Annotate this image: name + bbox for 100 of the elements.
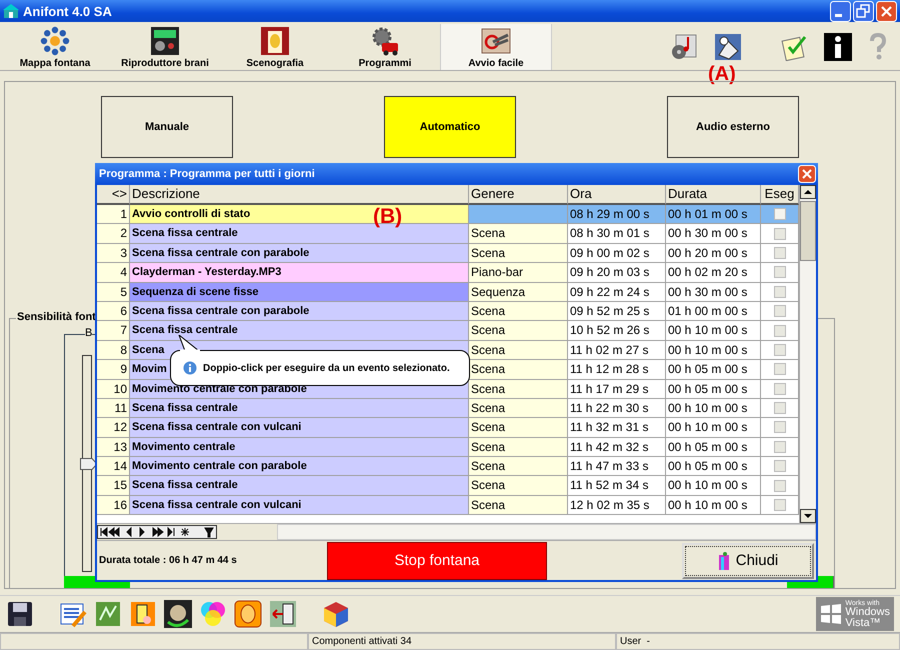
table-cell: Scena xyxy=(469,457,568,476)
table-cell: 09 h 00 m 02 s xyxy=(568,244,666,264)
dialog-title: Programma : Programma per tutti i giorni xyxy=(99,168,315,180)
flower-icon xyxy=(40,26,70,56)
color-wheel-icon[interactable] xyxy=(199,600,227,628)
table-cell: 00 h 05 m 00 s xyxy=(666,457,761,476)
row-number: 14 xyxy=(97,457,130,476)
table-cell: Scena xyxy=(469,321,568,341)
music-note-icon[interactable] xyxy=(670,33,698,61)
checkbox[interactable] xyxy=(774,305,786,318)
table-cell: Scena xyxy=(469,380,568,399)
toolbar-tab[interactable]: Avvio facile xyxy=(440,24,552,70)
info-icon[interactable] xyxy=(824,33,852,61)
table-cell: 00 h 05 m 00 s xyxy=(666,360,761,380)
table-cell: 08 h 30 m 01 s xyxy=(568,224,666,244)
cube-icon[interactable] xyxy=(322,600,350,628)
checkbox[interactable] xyxy=(774,246,786,259)
status-text: User - xyxy=(616,633,900,650)
checklist-icon[interactable] xyxy=(780,33,808,61)
scroll-up-button[interactable] xyxy=(800,185,816,199)
column-header[interactable]: Eseg xyxy=(761,185,799,205)
row-number: 1 xyxy=(97,205,130,224)
table-cell: Scena xyxy=(469,438,568,458)
table-cell: Movimento centrale xyxy=(130,438,469,458)
checkbox[interactable] xyxy=(774,382,786,395)
checkbox[interactable] xyxy=(774,324,786,337)
group-title: Sensibilità font xyxy=(16,311,97,323)
checkbox[interactable] xyxy=(774,266,786,278)
restore-button[interactable] xyxy=(853,0,874,22)
scroll-thumb[interactable] xyxy=(800,201,816,261)
checkbox[interactable] xyxy=(774,440,786,453)
table-cell: 09 h 52 m 25 s xyxy=(568,302,666,322)
table-cell: Scena fissa centrale xyxy=(130,321,469,341)
table-cell: Scena xyxy=(469,476,568,496)
phone-icon[interactable] xyxy=(129,600,157,628)
row-number: 6 xyxy=(97,302,130,322)
badge-text: Vista™ xyxy=(845,618,882,628)
table-cell: Scena xyxy=(469,340,568,360)
horizontal-scrollbar[interactable] xyxy=(277,524,816,540)
row-number: 15 xyxy=(97,476,130,496)
column-header[interactable]: Genere xyxy=(469,185,568,205)
column-header[interactable]: Durata xyxy=(666,185,761,205)
help-icon[interactable] xyxy=(868,33,888,61)
checkbox[interactable] xyxy=(774,363,786,376)
scrollbar[interactable] xyxy=(799,185,816,523)
close-dialog-button[interactable]: Chiudi xyxy=(682,542,814,578)
checkbox[interactable] xyxy=(774,286,786,298)
toolbar-tab[interactable]: Mappa fontana xyxy=(0,24,110,70)
column-header[interactable]: Descrizione xyxy=(130,185,469,205)
row-number: 11 xyxy=(97,398,130,418)
column-header[interactable]: <> xyxy=(97,185,130,205)
row-number: 5 xyxy=(97,282,130,302)
total-duration: Durata totale : 06 h 47 m 44 s xyxy=(99,555,238,566)
tooltip-text: Doppio-click per eseguire da un evento selezionato. xyxy=(203,362,450,374)
checkbox[interactable] xyxy=(774,499,786,512)
table-cell: 00 h 05 m 00 s xyxy=(666,438,761,458)
mode-button[interactable]: Manuale xyxy=(101,96,233,158)
checkbox[interactable] xyxy=(774,208,786,220)
toolbar-tab[interactable]: Scenografia xyxy=(220,24,330,70)
record-navigation-bar[interactable] xyxy=(97,525,217,539)
table-cell: Scena fissa centrale con vulcani xyxy=(130,496,469,516)
table-cell: Scena fissa centrale con parabole xyxy=(130,302,469,322)
row-number: 3 xyxy=(97,244,130,264)
table-cell: 00 h 05 m 00 s xyxy=(666,380,761,399)
table-cell: 08 h 29 m 00 s xyxy=(568,205,666,224)
minimize-button[interactable] xyxy=(830,0,851,22)
checkbox[interactable] xyxy=(774,344,786,356)
checkbox[interactable] xyxy=(774,460,786,472)
house-icon xyxy=(3,3,19,19)
scroll-down-button[interactable] xyxy=(800,509,816,523)
table-cell: 10 h 52 m 26 s xyxy=(568,321,666,341)
table-cell: 00 h 10 m 00 s xyxy=(666,321,761,341)
checkbox[interactable] xyxy=(774,228,786,240)
table-cell: Piano-bar xyxy=(469,263,568,283)
info-icon xyxy=(183,361,197,375)
mode-button[interactable]: Automatico xyxy=(384,96,516,158)
toolbar-tab[interactable]: Riproduttore brani xyxy=(110,24,220,70)
stop-button[interactable]: Stop fontana xyxy=(327,542,547,580)
toolbar-tab[interactable]: Programmi xyxy=(330,24,440,70)
mode-button[interactable]: Audio esterno xyxy=(667,96,799,158)
column-header[interactable]: Ora xyxy=(568,185,666,205)
row-number: 10 xyxy=(97,380,130,399)
table-cell: 00 h 30 m 00 s xyxy=(666,224,761,244)
table-cell: Scena xyxy=(469,224,568,244)
row-number: 9 xyxy=(97,360,130,380)
checkbox[interactable] xyxy=(774,421,786,434)
close-button[interactable] xyxy=(876,0,897,22)
checkbox[interactable] xyxy=(774,480,786,492)
group-title: B xyxy=(85,327,92,339)
table-cell: Scena fissa centrale xyxy=(130,398,469,418)
circuit-icon[interactable] xyxy=(94,600,122,628)
table-cell: 09 h 20 m 03 s xyxy=(568,263,666,283)
close-button[interactable] xyxy=(798,165,816,183)
table-cell: 11 h 17 m 29 s xyxy=(568,380,666,399)
table-cell: Sequenza xyxy=(469,282,568,302)
table-cell: Scena xyxy=(469,360,568,380)
theatre-mask-icon[interactable] xyxy=(234,600,262,628)
table-cell: 00 h 02 m 20 s xyxy=(666,263,761,283)
checkbox[interactable] xyxy=(774,402,786,414)
table-cell: Scena xyxy=(469,496,568,516)
